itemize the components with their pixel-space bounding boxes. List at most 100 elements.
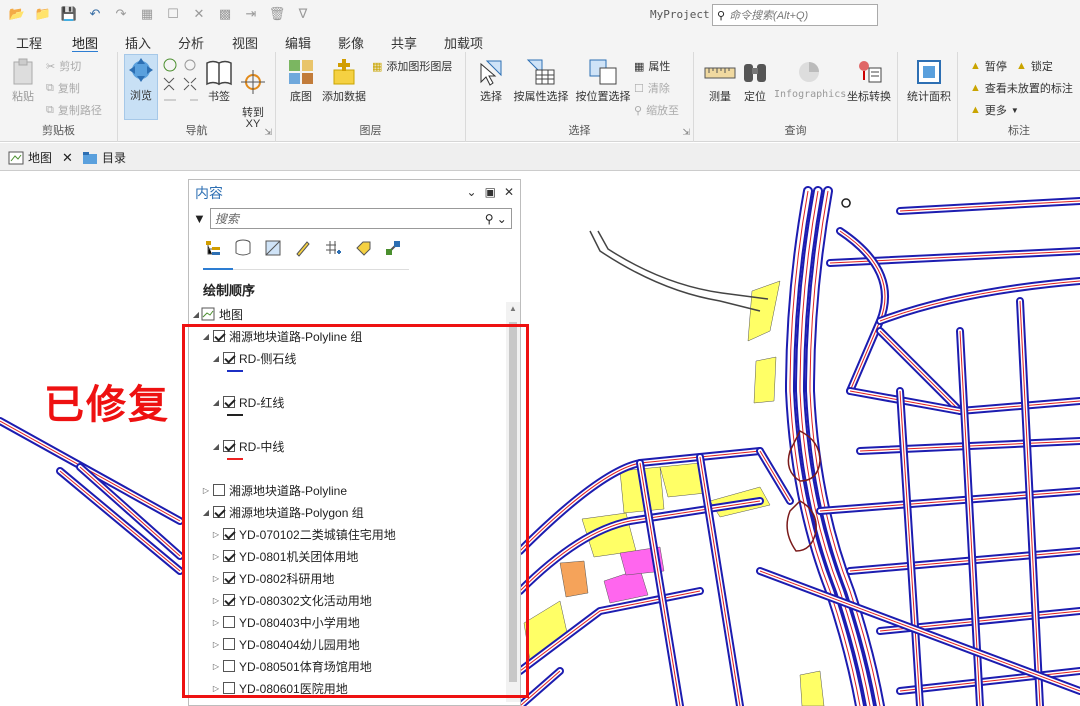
highlight-box [182, 324, 529, 698]
map-tab-label: 地图 [28, 151, 53, 165]
dialog-launcher-icon[interactable]: ⇲ [264, 127, 272, 138]
save-icon[interactable]: 💾 [60, 5, 78, 23]
tab-catalog[interactable]: 目录 [82, 149, 126, 166]
tab-edit[interactable]: 编辑 [285, 33, 311, 52]
redo-icon[interactable]: ↷ [112, 5, 130, 23]
boundary-line [841, 198, 851, 208]
basemap-button[interactable]: 底图 [284, 58, 318, 104]
attributes-button[interactable]: ▦ 属性 [634, 58, 670, 74]
list-by-source-icon[interactable] [233, 238, 253, 258]
filter-icon[interactable]: ▼ [193, 211, 206, 226]
grid-icon[interactable]: ▩ [216, 5, 234, 23]
list-by-editing-icon[interactable] [293, 238, 313, 258]
more-labeling-button[interactable]: ▲ 更多 ▼ [970, 102, 1019, 118]
locate-button[interactable]: 定位 [738, 58, 772, 104]
nav-tools-icon[interactable] [162, 58, 200, 102]
tab-analysis[interactable]: 分析 [178, 33, 204, 52]
attributes-label: 属性 [648, 61, 671, 73]
copy-path-label: 复制路径 [57, 105, 102, 117]
undo-icon[interactable]: ↶ [86, 5, 104, 23]
copy-path-button[interactable]: ⧉ 复制路径 [46, 102, 102, 118]
share-icon[interactable]: ⇥ [242, 5, 260, 23]
parcel-layer [523, 280, 825, 706]
map-tree-node[interactable]: ◢ 地图 [191, 304, 243, 324]
annotation-fixed-text: 已修复 [44, 383, 170, 427]
map-view[interactable] [0, 171, 1080, 706]
coordinate-conversion-button[interactable]: 坐标转换 [844, 58, 894, 104]
tab-map-view[interactable]: 地图 ✕ [8, 149, 73, 166]
zoom-to-selection-button[interactable]: ⚲ 缩放至 [634, 102, 679, 118]
select-button[interactable]: 选择 [474, 58, 508, 104]
list-by-labeling-icon[interactable] [353, 238, 373, 258]
add-graphics-layer-label: 添加图形图层 [386, 61, 453, 73]
new-project-icon[interactable]: 📂 [8, 5, 26, 23]
tab-addins[interactable]: 加载项 [444, 33, 483, 52]
tab-project[interactable]: 工程 [16, 33, 42, 52]
expand-arrow-icon[interactable]: ◢ [191, 310, 201, 319]
close-icon[interactable]: ✕ [190, 5, 208, 23]
stat-area-icon [917, 60, 941, 84]
view-unplaced-labels-button[interactable]: ▲ 查看未放置的标注 [970, 80, 1073, 96]
list-by-snapping-icon[interactable] [323, 238, 343, 258]
map-canvas[interactable] [0, 171, 1080, 706]
paste-button[interactable]: 粘贴 [8, 58, 38, 104]
clipboard-group: 粘贴 ✂ 剪切 ⧉ 复制 ⧉ 复制路径 剪贴板 [0, 52, 118, 142]
chevron-down-icon[interactable]: ⌄ [467, 185, 477, 199]
stat-area-button[interactable]: 统计面积 [904, 58, 954, 104]
layer-group-label: 图层 [359, 125, 382, 137]
parcel-research [559, 560, 589, 598]
list-by-drawing-order-icon[interactable] [203, 238, 223, 258]
command-search-input[interactable]: ⚲ 命令搜索(Alt+Q) [712, 4, 878, 26]
select-by-location-label: 按位置选择 [575, 91, 631, 103]
open-project-icon[interactable]: 📁 [34, 5, 52, 23]
tab-map[interactable]: 地图 [72, 33, 99, 54]
pause-label-icon: ▲ [970, 60, 981, 72]
tab-insert[interactable]: 插入 [125, 33, 151, 52]
cut-button[interactable]: ✂ 剪切 [46, 58, 81, 74]
view-unplaced-label: 查看未放置的标注 [984, 83, 1073, 95]
lock-labeling-button[interactable]: ▲ 锁定 [1016, 58, 1053, 74]
tab-share[interactable]: 共享 [391, 33, 417, 52]
scroll-up-icon[interactable]: ▲ [509, 304, 517, 313]
crosshair-icon [241, 70, 265, 94]
attributes-table-icon: ▦ [634, 60, 645, 73]
contents-search-input[interactable]: 搜索 ⚲ ⌄ [209, 208, 512, 229]
table-icon[interactable]: ▦ [138, 5, 156, 23]
more-label-icon: ▲ [970, 104, 981, 116]
customize-qat-icon[interactable]: ∇ [294, 5, 312, 23]
road-centerline [849, 550, 1080, 572]
list-by-perspective-icon[interactable] [383, 238, 403, 258]
scissors-icon: ✂ [46, 60, 56, 73]
measure-button[interactable]: 测量 [700, 58, 740, 104]
command-search-placeholder: 命令搜索(Alt+Q) [729, 10, 809, 22]
add-graphics-layer-button[interactable]: ▦ 添加图形图层 [372, 58, 452, 74]
clear-selection-icon[interactable]: ☐ [164, 5, 182, 23]
add-data-button[interactable]: 添加数据 [320, 58, 368, 104]
list-by-selection-icon[interactable] [263, 238, 283, 258]
goto-xy-button[interactable]: 转到 XY [236, 58, 270, 130]
tab-imagery[interactable]: 影像 [338, 33, 364, 52]
stat-area-label: 统计面积 [907, 91, 951, 103]
selection-launcher-icon[interactable]: ⇲ [682, 127, 690, 138]
explore-button[interactable]: 浏览 [124, 54, 158, 120]
select-by-attributes-button[interactable]: 按属性选择 [510, 58, 572, 104]
copy-button[interactable]: ⧉ 复制 [46, 80, 80, 96]
delete-icon[interactable]: 🗑 [268, 5, 286, 23]
clear-selection-button[interactable]: ☐ 清除 [634, 80, 670, 96]
close-icon[interactable]: ✕ [504, 185, 514, 199]
tab-view[interactable]: 视图 [232, 33, 258, 52]
select-by-location-button[interactable]: 按位置选择 [572, 58, 634, 104]
close-icon[interactable]: ✕ [62, 150, 73, 166]
explore-label: 浏览 [130, 90, 152, 102]
infographics-button[interactable]: Infographics [774, 58, 846, 100]
paste-label: 粘贴 [12, 91, 34, 103]
pause-labeling-button[interactable]: ▲ 暂停 [970, 58, 1007, 74]
search-icon[interactable]: ⚲ ⌄ [485, 212, 507, 226]
maximize-icon[interactable]: ▣ [485, 185, 496, 199]
coordinate-conversion-label: 坐标转换 [847, 91, 891, 103]
graphics-layer-icon: ▦ [372, 60, 383, 73]
map-view-icon [8, 151, 24, 164]
title-bar: 📂 📁 💾 ↶ ↷ ▦ ☐ ✕ ▩ ⇥ 🗑 ∇ MyProject ⚲ 命令搜索… [0, 0, 1080, 30]
catalog-tab-label: 目录 [102, 151, 127, 165]
bookmarks-button[interactable]: 书签 [202, 58, 236, 104]
